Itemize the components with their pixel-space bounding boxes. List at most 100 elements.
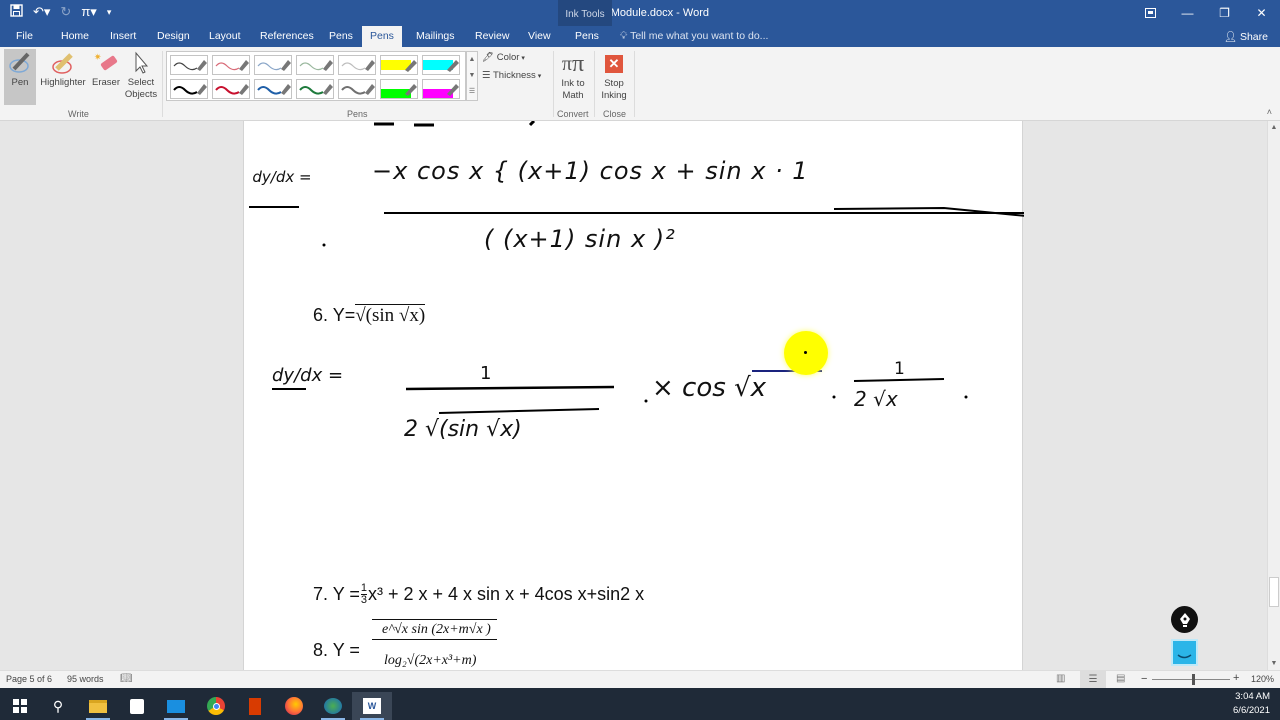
- zoom-out-button[interactable]: −: [1141, 673, 1147, 685]
- svg-text:✷: ✷: [94, 52, 102, 62]
- zoom-level[interactable]: 120%: [1251, 674, 1274, 684]
- vertical-scrollbar[interactable]: ▲ ▼: [1267, 121, 1280, 670]
- eraser-button[interactable]: ✷ Eraser: [90, 49, 122, 105]
- taskbar-office[interactable]: [235, 692, 275, 720]
- ink-derivative-lhs-1: dy/dx =: [252, 169, 312, 185]
- title-bar: ↶▾ ↻ π▾ ▾ 2.Class Module.docx - Word — ❐…: [0, 0, 1280, 26]
- pen-swatch[interactable]: [296, 79, 334, 99]
- web-layout-icon[interactable]: ▤: [1116, 673, 1125, 684]
- color-button[interactable]: 🖋︎ Color ▾: [482, 52, 525, 65]
- taskbar-store[interactable]: [117, 692, 157, 720]
- zoom-slider-thumb[interactable]: [1191, 674, 1195, 685]
- smile-curve-icon: [1177, 654, 1192, 659]
- gallery-down-icon[interactable]: ▼: [467, 68, 477, 84]
- ribbon-display-options-icon[interactable]: [1132, 0, 1169, 26]
- search-button[interactable]: ⚲: [38, 692, 78, 720]
- system-clock[interactable]: 3:04 AM 6/6/2021: [1233, 690, 1270, 718]
- pen-swatch[interactable]: [422, 79, 460, 99]
- tab-file[interactable]: File: [16, 30, 33, 42]
- pen-swatch[interactable]: [212, 79, 250, 99]
- tab-insert[interactable]: Insert: [110, 30, 136, 42]
- tab-ink-pens[interactable]: Pens: [575, 30, 599, 42]
- gallery-more-icon[interactable]: ☰: [467, 84, 477, 100]
- taskbar-mail[interactable]: [156, 692, 196, 720]
- pens-gallery: [166, 51, 466, 101]
- pen-swatch[interactable]: [296, 55, 334, 75]
- arrow-cursor-icon: [123, 49, 159, 77]
- taskbar-file-explorer[interactable]: [78, 692, 118, 720]
- chrome-icon: [207, 697, 225, 715]
- gallery-scroll[interactable]: ▲ ▼ ☰: [466, 51, 478, 101]
- separator: [553, 51, 554, 117]
- stop-inking-button[interactable]: ✕ Stop Inking: [598, 50, 630, 102]
- highlighter-button[interactable]: Highlighter: [37, 49, 89, 105]
- ink-numerator-1: −x cos x { (x+1) cos x + sin x · 1: [372, 157, 809, 185]
- stop-inking-icon: ✕: [598, 50, 630, 78]
- item-8-denominator: log₂√(2x+x³+m): [384, 653, 477, 668]
- gallery-up-icon[interactable]: ▲: [467, 52, 477, 68]
- thickness-button[interactable]: ☰ Thickness ▾: [482, 70, 541, 83]
- pen-swatch[interactable]: [170, 79, 208, 99]
- floating-action-button[interactable]: [1171, 639, 1198, 666]
- window-controls: — ❐ ✕: [1132, 0, 1280, 26]
- pen-swatch[interactable]: [338, 55, 376, 75]
- scroll-up-icon[interactable]: ▲: [1268, 124, 1280, 131]
- write-group-label: Write: [68, 109, 89, 119]
- page-count[interactable]: Page 5 of 6: [6, 674, 52, 684]
- pen-swatch[interactable]: [254, 55, 292, 75]
- item-6-expression: √(sin √x): [355, 304, 426, 326]
- scroll-down-icon[interactable]: ▼: [1268, 660, 1280, 667]
- pen-cursor-highlight: [784, 331, 828, 375]
- tab-pens-1[interactable]: Pens: [329, 30, 353, 42]
- taskbar-word[interactable]: W: [352, 692, 392, 720]
- tab-layout[interactable]: Layout: [209, 30, 241, 42]
- eraser-icon: ✷: [90, 49, 122, 77]
- select-objects-label: Select Objects: [124, 77, 158, 100]
- select-objects-button[interactable]: Select Objects: [123, 49, 159, 105]
- item-6-label: 6. Y=: [313, 305, 356, 325]
- pen-swatch[interactable]: [338, 79, 376, 99]
- tab-references[interactable]: References: [260, 30, 314, 42]
- zoom-slider[interactable]: [1152, 674, 1230, 685]
- clock-date: 6/6/2021: [1233, 705, 1270, 716]
- item-8-label: 8. Y =: [313, 640, 360, 660]
- tab-pens-active[interactable]: Pens: [362, 26, 402, 47]
- highlighter-icon: [37, 49, 89, 77]
- pen-swatch[interactable]: [212, 55, 250, 75]
- tab-design[interactable]: Design: [157, 30, 190, 42]
- tab-review[interactable]: Review: [475, 30, 509, 42]
- taskbar-chrome[interactable]: [196, 692, 236, 720]
- mail-icon: [167, 699, 185, 713]
- pi-icon: ππ: [561, 51, 585, 77]
- pen-swatch[interactable]: [380, 79, 418, 99]
- print-layout-icon[interactable]: ☰: [1080, 671, 1106, 688]
- proofing-icon[interactable]: 📖︎: [120, 673, 133, 684]
- pen-nib-floating-button[interactable]: [1171, 606, 1198, 633]
- word-count[interactable]: 95 words: [67, 674, 104, 684]
- minimize-button[interactable]: —: [1169, 0, 1206, 26]
- ink-denominator-1: ( (x+1) sin x )²: [484, 225, 676, 253]
- pen-swatch[interactable]: [170, 55, 208, 75]
- pen-swatch[interactable]: [254, 79, 292, 99]
- pen-swatch[interactable]: [422, 55, 460, 75]
- document-page[interactable]: dy/dx = −x cos x { (x+1) cos x + sin x ·…: [243, 121, 1024, 670]
- pen-button[interactable]: Pen: [4, 49, 36, 105]
- collapse-ribbon-icon[interactable]: ˄: [1267, 107, 1272, 117]
- taskbar-idm[interactable]: [313, 692, 353, 720]
- restore-button[interactable]: ❐: [1206, 0, 1243, 26]
- pen-swatch[interactable]: [380, 55, 418, 75]
- tab-mailings[interactable]: Mailings: [416, 30, 455, 42]
- share-button[interactable]: 👤︎ Share: [1224, 30, 1268, 43]
- windows-logo-icon: [13, 699, 27, 713]
- ink-to-math-button[interactable]: ππ Ink to Math: [557, 50, 589, 102]
- start-button[interactable]: [0, 692, 40, 720]
- taskbar-firefox[interactable]: [274, 692, 314, 720]
- zoom-in-button[interactable]: +: [1233, 672, 1239, 684]
- tell-me-box[interactable]: 💡︎ Tell me what you want to do...: [620, 30, 768, 43]
- scrollbar-thumb[interactable]: [1269, 577, 1279, 607]
- close-button[interactable]: ✕: [1243, 0, 1280, 26]
- read-mode-icon[interactable]: ▥: [1056, 673, 1065, 684]
- tab-view[interactable]: View: [528, 30, 551, 42]
- item-7-frac-den: 3: [360, 594, 368, 606]
- tab-home[interactable]: Home: [61, 30, 89, 42]
